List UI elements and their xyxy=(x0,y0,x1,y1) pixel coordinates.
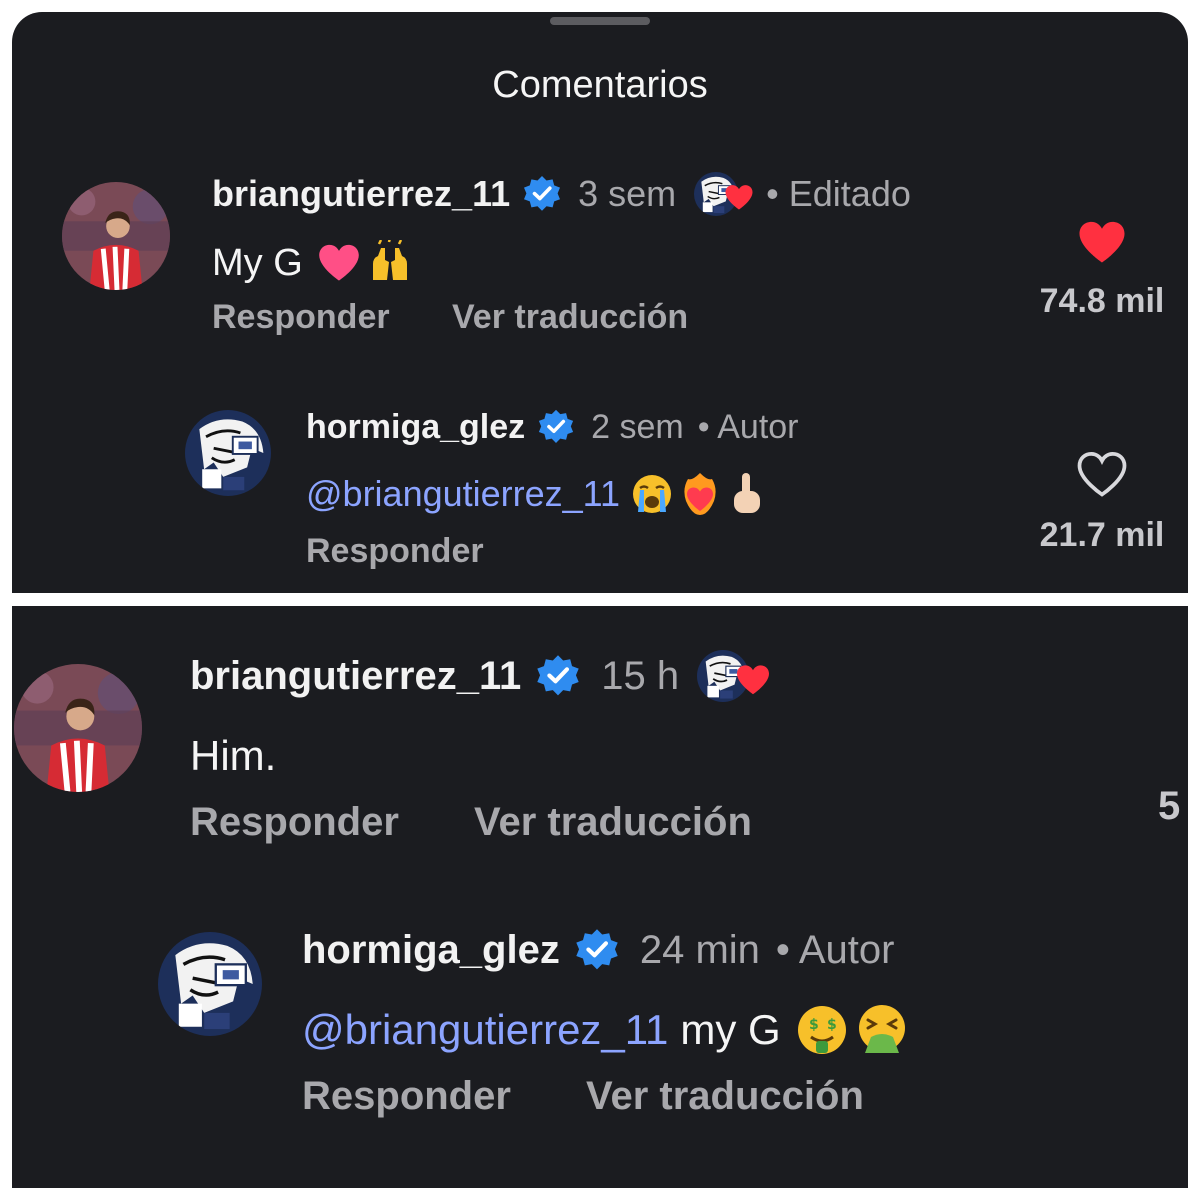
comment-text: My G xyxy=(212,238,413,288)
sheet-title: Comentarios xyxy=(492,64,708,106)
avatar[interactable] xyxy=(158,932,262,1036)
author-label: • Autor xyxy=(697,407,799,446)
verified-badge-icon xyxy=(522,174,562,214)
comment-username[interactable]: briangutierrez_11 xyxy=(212,173,510,215)
heart-outline-icon[interactable] xyxy=(1077,452,1127,497)
reply-button[interactable]: Responder xyxy=(190,800,399,845)
reply-username[interactable]: hormiga_glez xyxy=(306,408,525,447)
edited-label: • Editado xyxy=(766,173,911,214)
verified-badge-icon xyxy=(535,653,581,699)
mention-link[interactable]: @briangutierrez_11 xyxy=(302,1006,668,1054)
reply-header: hormiga_glez 2 sem • Autor xyxy=(306,406,799,448)
verified-badge-icon xyxy=(537,408,575,446)
comments-sheet-bottom: briangutierrez_11 15 h Him. Responder Ve… xyxy=(12,606,1188,1188)
vomiting-face-emoji-icon xyxy=(858,1005,905,1053)
creator-liked-icon xyxy=(697,650,777,702)
author-label: • Autor xyxy=(775,927,895,972)
pointing-up-emoji-icon xyxy=(734,473,761,513)
reply-button[interactable]: Responder xyxy=(212,298,390,337)
heart-on-fire-emoji-icon xyxy=(684,473,716,515)
avatar[interactable] xyxy=(14,664,142,792)
see-translation-button[interactable]: Ver traducción xyxy=(474,800,752,845)
comment-text: Him. xyxy=(190,730,276,782)
reply-header: hormiga_glez 24 min • Autor xyxy=(302,926,894,974)
money-mouth-emoji-icon: $ $ xyxy=(797,1006,846,1054)
raising-hands-emoji-icon xyxy=(372,240,407,280)
svg-text:$: $ xyxy=(827,1017,837,1033)
like-count-partial: 5 xyxy=(1158,784,1181,828)
comment-text-content: Him. xyxy=(190,732,277,779)
comment-time: 3 sem xyxy=(578,173,677,214)
creator-liked-icon xyxy=(694,172,758,216)
avatar[interactable] xyxy=(185,410,271,496)
like-count: 21.7 mil xyxy=(1039,516,1165,554)
reply-text-content: my G xyxy=(680,1006,781,1053)
comment-header: briangutierrez_11 15 h xyxy=(190,652,777,700)
comment-header: briangutierrez_11 3 sem • Editado xyxy=(212,172,911,216)
avatar[interactable] xyxy=(62,182,170,290)
see-translation-button[interactable]: Ver traducción xyxy=(452,298,688,337)
heart-filled-icon[interactable] xyxy=(1077,220,1127,265)
reply-button[interactable]: Responder xyxy=(302,1074,511,1119)
mention-link[interactable]: @briangutierrez_11 xyxy=(306,473,620,515)
comment-time: 15 h xyxy=(601,653,680,698)
reply-time: 24 min xyxy=(639,927,760,972)
pink-heart-emoji-icon xyxy=(317,243,361,283)
comment-username[interactable]: briangutierrez_11 xyxy=(190,654,521,699)
comments-sheet-top: Comentarios briangutierrez_11 3 sem • Ed… xyxy=(12,12,1188,593)
see-translation-button[interactable]: Ver traducción xyxy=(586,1074,864,1119)
svg-text:$: $ xyxy=(809,1017,819,1033)
reply-time: 2 sem xyxy=(591,407,684,446)
reply-text: @briangutierrez_11 xyxy=(306,470,766,518)
reply-button[interactable]: Responder xyxy=(306,532,484,571)
verified-badge-icon xyxy=(574,927,620,973)
reply-text: @briangutierrez_11 my G $ $ xyxy=(302,1002,909,1058)
loudly-crying-emoji-icon xyxy=(633,475,672,513)
comment-text-content: My G xyxy=(212,241,303,284)
sheet-drag-handle[interactable] xyxy=(550,17,650,25)
like-count: 74.8 mil xyxy=(1039,282,1165,320)
reply-username[interactable]: hormiga_glez xyxy=(302,928,560,973)
